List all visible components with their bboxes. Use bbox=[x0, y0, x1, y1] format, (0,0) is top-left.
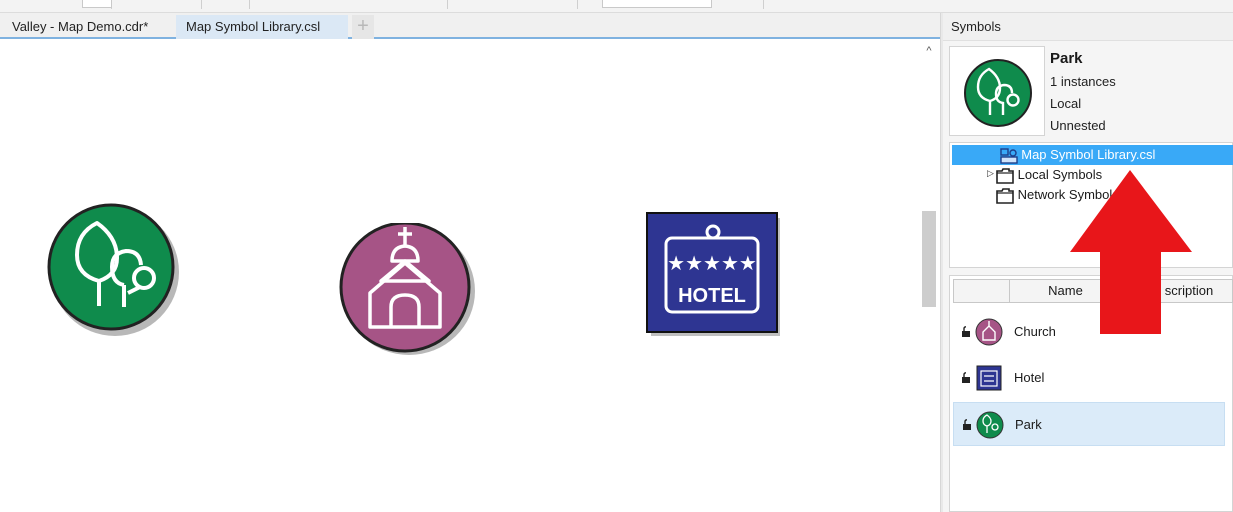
column-header-lock[interactable] bbox=[954, 280, 1010, 302]
lock-icon[interactable] bbox=[962, 419, 972, 430]
folder-icon bbox=[996, 187, 1014, 204]
lock-icon[interactable] bbox=[961, 326, 971, 337]
toolbar-control[interactable] bbox=[82, 0, 112, 8]
symbol-info: Park 1 instances Local Unnested bbox=[1050, 47, 1230, 137]
lock-icon[interactable] bbox=[961, 372, 971, 383]
tree-item-label: Map Symbol Library.csl bbox=[1021, 147, 1156, 162]
chevron-up-icon[interactable]: ^ bbox=[918, 43, 940, 59]
red-arrow-icon bbox=[1070, 170, 1192, 334]
symbol-nesting: Unnested bbox=[1050, 118, 1106, 133]
hotel-sign-icon[interactable]: ★★★★★ HOTEL bbox=[646, 212, 784, 338]
list-item-park[interactable]: Park bbox=[953, 402, 1225, 446]
toolbar-strip bbox=[0, 0, 1233, 13]
toolbar-segment bbox=[712, 0, 764, 9]
drawing-canvas[interactable]: ★★★★★ HOTEL bbox=[0, 41, 918, 512]
park-trees-icon[interactable] bbox=[44, 203, 184, 339]
plus-icon[interactable]: + bbox=[352, 15, 374, 39]
church-icon bbox=[975, 318, 1003, 346]
symbol-preview bbox=[949, 46, 1045, 136]
toolbar-segment bbox=[448, 0, 578, 9]
canvas-vertical-scrollbar[interactable]: ^ bbox=[918, 41, 940, 512]
tree-item-map-symbol-library[interactable]: Map Symbol Library.csl bbox=[952, 145, 1233, 165]
toolbar-segment bbox=[250, 0, 448, 9]
symbol-name: Park bbox=[1050, 50, 1083, 67]
park-trees-icon bbox=[976, 411, 1004, 439]
chevron-right-icon[interactable]: ▷ bbox=[987, 168, 994, 179]
toolbar-segment bbox=[202, 0, 250, 9]
tab-map-symbol-library[interactable]: Map Symbol Library.csl bbox=[176, 15, 348, 39]
library-icon bbox=[999, 147, 1018, 164]
symbol-instances: 1 instances bbox=[1050, 74, 1116, 89]
tab-valley-map-demo[interactable]: Valley - Map Demo.cdr* bbox=[2, 15, 172, 39]
list-item-label: Church bbox=[1014, 324, 1056, 339]
hotel-sign-text: HOTEL bbox=[678, 285, 746, 307]
list-item-label: Park bbox=[1015, 417, 1042, 432]
docker-title: Symbols bbox=[943, 13, 1233, 41]
symbol-scope: Local bbox=[1050, 96, 1082, 111]
document-tab-bar: Valley - Map Demo.cdr* Map Symbol Librar… bbox=[0, 13, 940, 39]
toolbar-segment bbox=[112, 0, 202, 9]
list-item-label: Hotel bbox=[1014, 370, 1045, 385]
hotel-stars: ★★★★★ bbox=[667, 251, 757, 275]
hotel-sign-icon bbox=[976, 365, 1002, 391]
scrollbar-thumb[interactable] bbox=[922, 211, 936, 307]
church-icon[interactable] bbox=[336, 223, 476, 359]
toolbar-field[interactable] bbox=[602, 0, 712, 8]
list-item-hotel[interactable]: Hotel bbox=[953, 356, 1225, 400]
park-trees-icon bbox=[964, 59, 1032, 127]
folder-icon bbox=[996, 167, 1014, 184]
